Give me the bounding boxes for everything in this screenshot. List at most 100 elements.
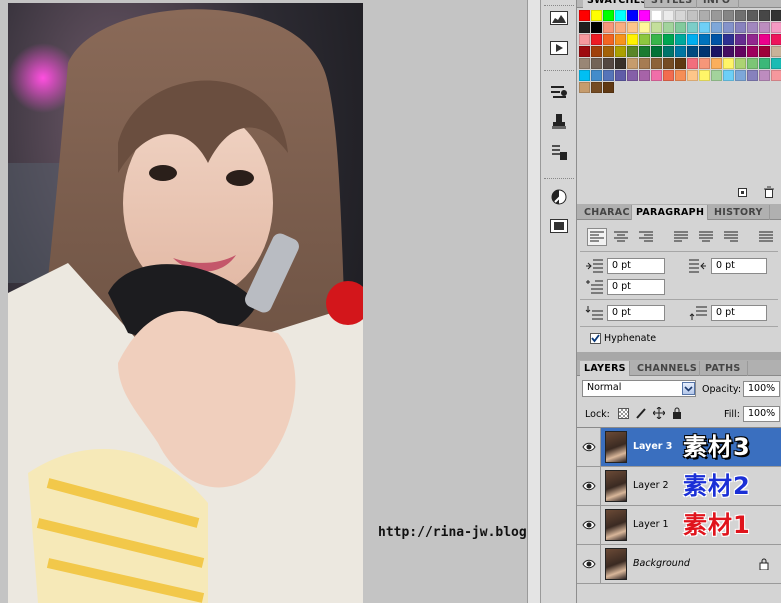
swatch[interactable]: [579, 70, 590, 81]
layer-row[interactable]: Layer 1 素材1: [577, 506, 781, 545]
swatch[interactable]: [579, 10, 590, 21]
clone-source-icon[interactable]: [548, 112, 570, 132]
swatch[interactable]: [579, 82, 590, 93]
swatch[interactable]: [747, 10, 758, 21]
lock-position-move-icon[interactable]: [652, 406, 666, 422]
layer-thumbnail[interactable]: [605, 548, 627, 580]
swatch[interactable]: [711, 70, 722, 81]
swatch[interactable]: [699, 70, 710, 81]
layer-comps-icon[interactable]: [548, 216, 570, 236]
swatch[interactable]: [675, 46, 686, 57]
swatch[interactable]: [675, 70, 686, 81]
swatch[interactable]: [687, 46, 698, 57]
swatch[interactable]: [711, 10, 722, 21]
swatch[interactable]: [699, 34, 710, 45]
space-before-field[interactable]: 0 pt: [607, 305, 665, 321]
layer-visibility-toggle[interactable]: [577, 506, 601, 544]
fill-field[interactable]: 100%: [743, 406, 780, 422]
swatch[interactable]: [651, 34, 662, 45]
swatch[interactable]: [735, 46, 746, 57]
swatch[interactable]: [615, 70, 626, 81]
swatch[interactable]: [603, 22, 614, 33]
swatch[interactable]: [699, 10, 710, 21]
new-swatch-icon[interactable]: [737, 186, 749, 201]
swatch[interactable]: [579, 34, 590, 45]
swatch[interactable]: [771, 10, 781, 21]
layer-name[interactable]: Layer 3: [633, 441, 672, 452]
lock-transparency-icon[interactable]: [618, 408, 629, 419]
swatch[interactable]: [699, 22, 710, 33]
swatch[interactable]: [579, 46, 590, 57]
color-icon[interactable]: [548, 187, 570, 207]
align-right-button[interactable]: [636, 228, 656, 246]
swatch[interactable]: [591, 70, 602, 81]
swatch[interactable]: [711, 34, 722, 45]
tab-history[interactable]: HISTORY: [710, 205, 770, 220]
tab-paragraph[interactable]: PARAGRAPH: [632, 205, 708, 220]
swatch[interactable]: [627, 46, 638, 57]
justify-all-button[interactable]: [756, 228, 776, 246]
swatch[interactable]: [651, 22, 662, 33]
hyphenate-checkbox[interactable]: [590, 333, 601, 344]
swatch[interactable]: [771, 58, 781, 69]
swatch[interactable]: [759, 10, 770, 21]
swatch[interactable]: [651, 70, 662, 81]
swatch[interactable]: [735, 10, 746, 21]
swatch[interactable]: [771, 46, 781, 57]
delete-swatch-icon[interactable]: [763, 186, 775, 201]
swatch[interactable]: [735, 34, 746, 45]
layer-thumbnail[interactable]: [605, 509, 627, 541]
actions-play-icon[interactable]: [548, 38, 570, 58]
swatch[interactable]: [663, 58, 674, 69]
tab-layers[interactable]: LAYERS: [580, 361, 630, 376]
blend-mode-dropdown-arrow[interactable]: [682, 382, 695, 395]
tab-info[interactable]: INFO: [699, 0, 739, 8]
swatch[interactable]: [723, 10, 734, 21]
swatch[interactable]: [627, 58, 638, 69]
opacity-field[interactable]: 100%: [743, 381, 780, 397]
swatch[interactable]: [675, 58, 686, 69]
swatch[interactable]: [591, 46, 602, 57]
swatch[interactable]: [639, 10, 650, 21]
swatch[interactable]: [699, 58, 710, 69]
swatch[interactable]: [687, 10, 698, 21]
swatch[interactable]: [651, 10, 662, 21]
swatch[interactable]: [747, 58, 758, 69]
document-canvas-area[interactable]: http://rina-jw.blogspot.com/: [0, 0, 597, 603]
swatch[interactable]: [615, 58, 626, 69]
layer-thumbnail[interactable]: [605, 470, 627, 502]
swatch[interactable]: [651, 46, 662, 57]
justify-last-right-button[interactable]: [721, 228, 741, 246]
swatch[interactable]: [759, 22, 770, 33]
layer-name[interactable]: Layer 1: [633, 519, 669, 530]
indent-first-line-field[interactable]: 0 pt: [607, 279, 665, 295]
swatch[interactable]: [579, 22, 590, 33]
lock-pixels-brush-icon[interactable]: [635, 407, 647, 422]
swatch[interactable]: [591, 82, 602, 93]
tab-paths[interactable]: PATHS: [701, 361, 748, 376]
swatch[interactable]: [639, 34, 650, 45]
swatch[interactable]: [759, 46, 770, 57]
swatch[interactable]: [771, 34, 781, 45]
swatch[interactable]: [591, 10, 602, 21]
tab-character[interactable]: CHARAC: [580, 205, 632, 220]
tab-channels[interactable]: CHANNELS: [633, 361, 700, 376]
layer-row[interactable]: Layer 3 素材3: [577, 428, 781, 467]
swatch[interactable]: [759, 58, 770, 69]
indent-right-field[interactable]: 0 pt: [711, 258, 767, 274]
swatch[interactable]: [663, 70, 674, 81]
swatch[interactable]: [663, 46, 674, 57]
align-left-button[interactable]: [587, 228, 607, 246]
swatch[interactable]: [603, 10, 614, 21]
swatch[interactable]: [615, 34, 626, 45]
justify-last-left-button[interactable]: [671, 228, 691, 246]
swatch[interactable]: [723, 58, 734, 69]
swatch[interactable]: [711, 22, 722, 33]
align-center-button[interactable]: [611, 228, 631, 246]
swatch[interactable]: [639, 46, 650, 57]
swatch[interactable]: [663, 22, 674, 33]
space-after-field[interactable]: 0 pt: [711, 305, 767, 321]
swatch[interactable]: [759, 34, 770, 45]
swatch[interactable]: [639, 22, 650, 33]
swatch[interactable]: [747, 22, 758, 33]
